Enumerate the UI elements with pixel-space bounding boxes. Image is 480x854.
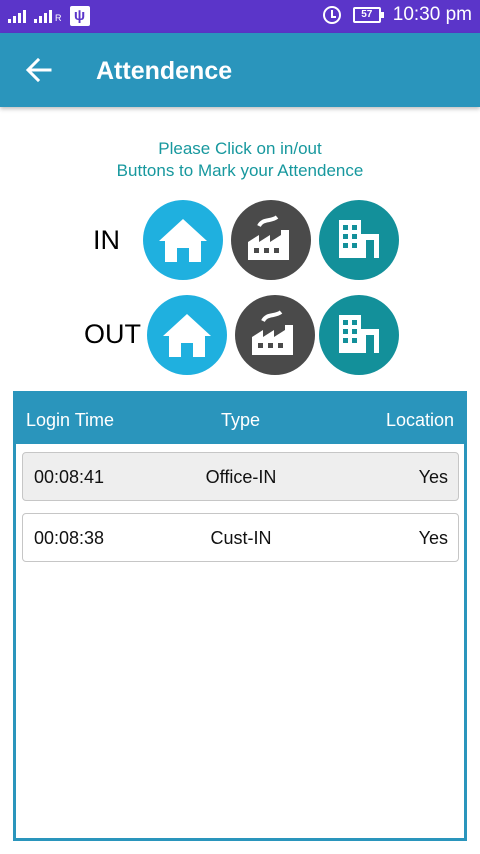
in-label: IN: [93, 225, 120, 255]
row-type: Office-IN: [205, 467, 277, 487]
out-label: OUT: [84, 319, 141, 349]
out-home-button[interactable]: [147, 295, 227, 375]
table-header: Login Time Type Location: [16, 394, 464, 444]
factory-icon: [248, 215, 289, 260]
table-row[interactable]: 00:08:38 Cust-IN Yes: [22, 513, 459, 562]
header-login-time: Login Time: [26, 410, 115, 430]
office-building-icon: [339, 315, 379, 353]
battery-level: 57: [361, 9, 373, 20]
signal-strength-icon-2: R: [34, 9, 62, 23]
out-factory-button[interactable]: [235, 295, 315, 375]
office-building-icon: [339, 220, 379, 258]
in-factory-button[interactable]: [231, 200, 311, 280]
status-right: 57 10:30 pm: [322, 4, 472, 26]
in-home-button[interactable]: [143, 200, 223, 280]
attendance-table: Login Time Type Location 00:08:41 Office…: [13, 391, 467, 841]
table-row[interactable]: 00:08:41 Office-IN Yes: [22, 452, 459, 501]
header-location: Location: [385, 410, 454, 430]
header-type: Type: [221, 410, 261, 430]
status-time: 10:30 pm: [392, 4, 472, 25]
row-login-time: 00:08:41: [34, 467, 105, 487]
status-bar: R ψ 57 10:30 pm: [0, 0, 480, 33]
instruction-line-1: Please Click on in/out: [158, 139, 322, 158]
instruction-line-2: Buttons to Mark your Attendence: [116, 161, 364, 180]
home-icon: [159, 219, 207, 262]
app-bar: Attendence: [0, 33, 480, 107]
row-location: Yes: [418, 467, 448, 487]
alarm-icon: [322, 6, 341, 24]
status-left: R ψ: [8, 6, 90, 26]
usb-icon: ψ: [69, 6, 90, 26]
back-arrow-icon[interactable]: [22, 54, 54, 86]
roaming-indicator: R: [55, 13, 62, 23]
row-type: Cust-IN: [210, 528, 272, 548]
battery-icon: 57: [352, 7, 384, 23]
signal-strength-icon: [8, 9, 26, 23]
instruction-text: Please Click on in/out Buttons to Mark y…: [0, 138, 480, 182]
row-location: Yes: [418, 528, 448, 548]
page-title: Attendence: [96, 57, 233, 85]
factory-icon: [252, 310, 293, 355]
in-office-button[interactable]: [319, 200, 399, 280]
out-office-button[interactable]: [319, 295, 399, 375]
row-login-time: 00:08:38: [34, 528, 105, 548]
home-icon: [163, 314, 211, 357]
